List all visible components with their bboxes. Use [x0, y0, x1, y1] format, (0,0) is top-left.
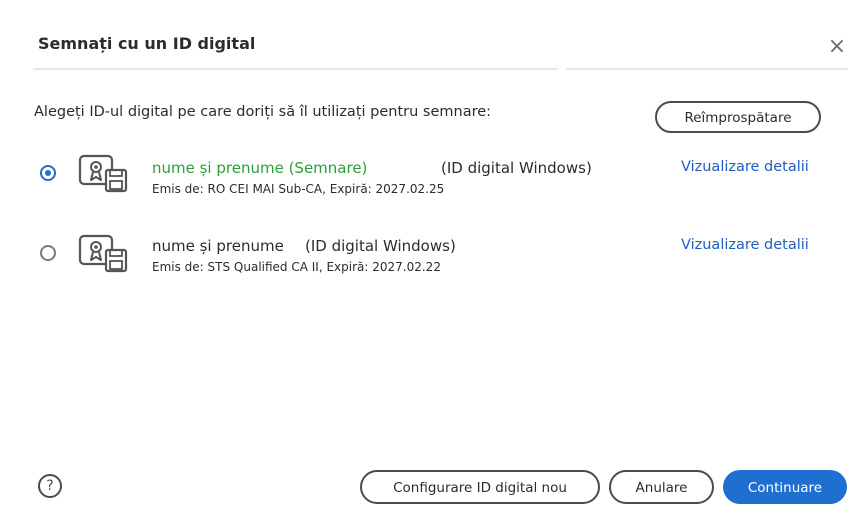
refresh-button[interactable]: Reîmprospătare — [655, 101, 821, 133]
certificate-icon — [78, 234, 128, 273]
id-name: nume și prenume — [152, 237, 284, 255]
dialog-title: Semnați cu un ID digital — [38, 34, 256, 53]
instruction-text: Alegeți ID-ul digital pe care doriți să … — [34, 104, 492, 120]
title-divider — [33, 68, 558, 70]
cancel-button[interactable]: Anulare — [609, 470, 714, 504]
close-icon[interactable]: × — [826, 36, 848, 58]
id-radio[interactable] — [40, 245, 56, 261]
view-details-link[interactable]: Vizualizare detalii — [681, 237, 809, 253]
sign-with-digital-id-dialog: Semnați cu un ID digital × Alegeți ID-ul… — [0, 0, 857, 519]
configure-new-id-button[interactable]: Configurare ID digital nou — [360, 470, 600, 504]
id-radio-selected[interactable] — [40, 165, 56, 181]
id-type: (ID digital Windows) — [441, 159, 592, 177]
continue-button[interactable]: Continuare — [723, 470, 847, 504]
help-icon[interactable]: ? — [38, 474, 62, 498]
id-name: nume și prenume (Semnare) — [152, 159, 368, 177]
id-type: (ID digital Windows) — [305, 237, 456, 255]
view-details-link[interactable]: Vizualizare detalii — [681, 159, 809, 175]
id-issuer: Emis de: RO CEI MAI Sub-CA, Expiră: 2027… — [152, 182, 445, 196]
id-issuer: Emis de: STS Qualified CA II, Expiră: 20… — [152, 260, 441, 274]
title-divider — [566, 68, 848, 70]
certificate-icon — [78, 154, 128, 193]
